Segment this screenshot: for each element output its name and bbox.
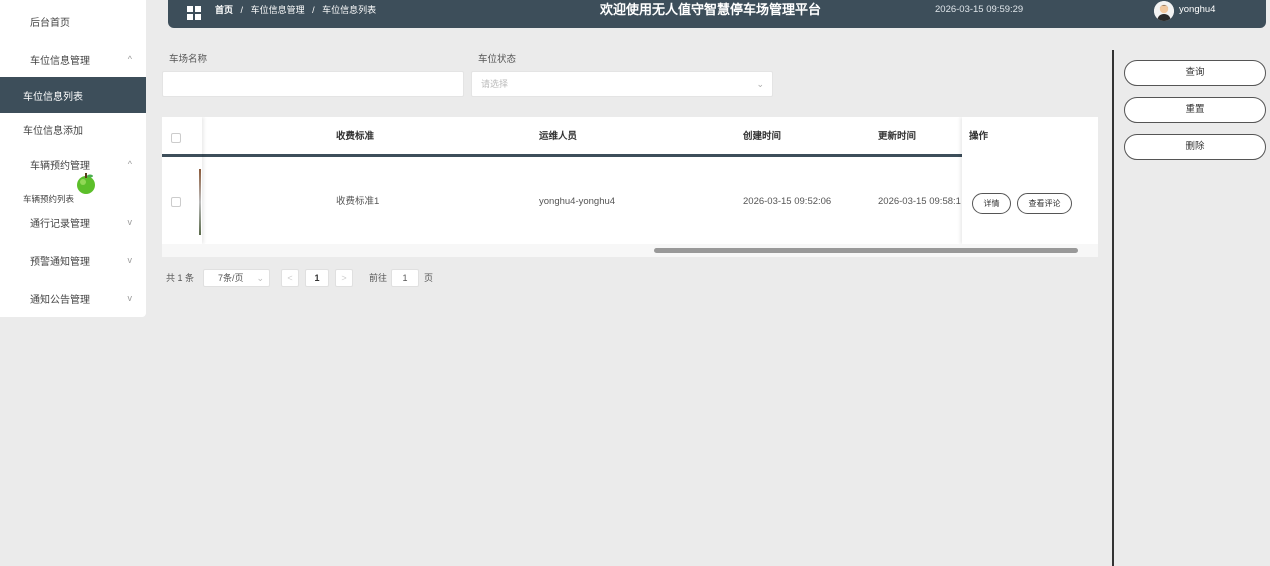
panel-divider	[1112, 50, 1114, 566]
column-header-operator: 运维人员	[539, 131, 578, 142]
column-header-updated: 更新时间	[878, 131, 917, 142]
parking-name-input[interactable]	[162, 71, 464, 97]
sidebar-item-access-records[interactable]: 通行记录管理 v	[0, 204, 146, 240]
parking-status-label: 车位状态	[478, 54, 517, 65]
page-size-value: 7条/页	[218, 273, 244, 283]
chevron-down-icon: v	[127, 217, 133, 227]
goto-label: 前往	[369, 273, 388, 283]
horizontal-scrollbar[interactable]	[162, 244, 1098, 257]
chevron-down-icon: v	[127, 255, 133, 265]
breadcrumb-home[interactable]: 首页	[215, 5, 233, 15]
search-button[interactable]: 查询	[1124, 60, 1266, 86]
cell-operator: yonghu4-yonghu4	[539, 196, 616, 207]
sidebar-item-label: 后台首页	[30, 17, 70, 29]
goto-page-input[interactable]: 1	[391, 269, 419, 287]
sidebar-item-label: 通知公告管理	[30, 294, 90, 306]
data-table: 收费标准 运维人员 创建时间 更新时间 收费标准1 yonghu4-yonghu…	[162, 117, 1098, 257]
sidebar-item-label: 车位信息添加	[23, 125, 83, 137]
sidebar-item-announcements[interactable]: 通知公告管理 v	[0, 280, 146, 316]
table-header: 收费标准 运维人员 创建时间 更新时间	[162, 117, 1098, 157]
chevron-down-icon: ⌄	[256, 273, 264, 283]
breadcrumb-separator: /	[240, 5, 244, 15]
sidebar: 后台首页 车位信息管理 ^ 车位信息列表 车位信息添加 车辆预约管理 ^ 车辆预…	[0, 0, 146, 317]
cell-fee-standard: 收费标准1	[336, 196, 380, 207]
breadcrumb-parking-list: 车位信息列表	[322, 5, 377, 15]
grid-menu-icon[interactable]	[187, 6, 201, 20]
current-datetime: 2026-03-15 09:59:29	[935, 4, 1024, 15]
next-page-button[interactable]: >	[335, 269, 353, 287]
sidebar-item-label: 通行记录管理	[30, 218, 90, 230]
chevron-down-icon: v	[127, 293, 133, 303]
sidebar-item-label: 预警通知管理	[30, 256, 90, 268]
checkbox-column	[162, 117, 202, 244]
sidebar-item-label: 车位信息列表	[23, 91, 83, 103]
page-size-select[interactable]: 7条/页 ⌄	[203, 269, 270, 287]
actions-column: 操作 详情 查看评论	[962, 117, 1098, 244]
sidebar-item-reservation-management[interactable]: 车辆预约管理 ^	[0, 146, 146, 182]
row-image-thumbnail	[199, 169, 201, 235]
sidebar-item-parking-info-list[interactable]: 车位信息列表	[0, 77, 146, 113]
column-header-fee-standard: 收费标准	[336, 131, 375, 142]
detail-button[interactable]: 详情	[972, 193, 1011, 214]
breadcrumb-separator: /	[312, 5, 315, 15]
delete-button[interactable]: 删除	[1124, 134, 1266, 160]
column-header-created: 创建时间	[743, 131, 782, 142]
chevron-down-icon: ⌄	[756, 79, 764, 89]
column-header-actions: 操作	[969, 131, 989, 142]
user-avatar[interactable]	[1154, 1, 1174, 21]
parking-name-label: 车场名称	[169, 54, 208, 65]
top-header-bar: 首页 / 车位信息管理 / 车位信息列表 欢迎使用无人值守智慧停车场管理平台 2…	[168, 0, 1266, 28]
select-placeholder: 请选择	[481, 79, 509, 89]
page-number-current[interactable]: 1	[305, 269, 329, 287]
sidebar-item-parking-info-management[interactable]: 车位信息管理 ^	[0, 41, 146, 77]
parking-status-select[interactable]: 请选择 ⌄	[471, 71, 773, 97]
sidebar-item-label: 车位信息管理	[30, 55, 90, 67]
breadcrumb-parking-management[interactable]: 车位信息管理	[251, 5, 305, 15]
site-title: 欢迎使用无人值守智慧停车场管理平台	[600, 2, 822, 17]
sidebar-item-warning-notices[interactable]: 预警通知管理 v	[0, 242, 146, 278]
breadcrumb: 首页 / 车位信息管理 / 车位信息列表	[215, 0, 376, 22]
chevron-up-icon: ^	[127, 159, 132, 169]
view-reviews-button[interactable]: 查看评论	[1017, 193, 1072, 214]
page-unit-label: 页	[424, 273, 434, 283]
apple-cursor-icon	[77, 173, 95, 194]
cell-created: 2026-03-15 09:52:06	[743, 196, 832, 207]
select-all-checkbox[interactable]	[171, 133, 181, 143]
sidebar-item-dashboard[interactable]: 后台首页	[0, 3, 146, 39]
row-checkbox[interactable]	[171, 197, 181, 207]
reset-button[interactable]: 重置	[1124, 97, 1266, 123]
prev-page-button[interactable]: <	[281, 269, 299, 287]
pagination-total: 共 1 条	[166, 273, 195, 283]
username[interactable]: yonghu4	[1179, 0, 1215, 22]
scrollbar-thumb[interactable]	[654, 248, 1078, 253]
cell-updated: 2026-03-15 09:58:1	[878, 196, 961, 207]
sidebar-item-label: 车辆预约管理	[30, 160, 90, 172]
chevron-up-icon: ^	[127, 54, 132, 64]
sidebar-item-parking-info-add[interactable]: 车位信息添加	[0, 111, 146, 147]
